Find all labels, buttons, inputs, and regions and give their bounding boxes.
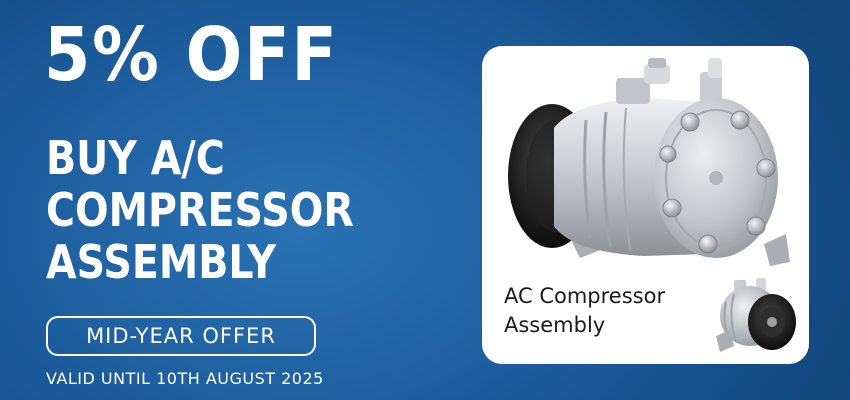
subhead-line: BUY A/C: [46, 131, 225, 185]
product-card[interactable]: AC Compressor Assembly: [482, 46, 809, 364]
caption-line: Assembly: [504, 313, 606, 337]
product-subhead: BUY A/C COMPRESSOR ASSEMBLY: [46, 132, 354, 288]
ac-compressor-thumbnail-icon: [716, 278, 796, 352]
subhead-line: COMPRESSOR: [46, 183, 354, 237]
discount-headline: 5% OFF: [44, 12, 339, 98]
subhead-line: ASSEMBLY: [46, 235, 277, 289]
mid-year-offer-button[interactable]: MID-YEAR OFFER: [46, 316, 316, 356]
product-caption: AC Compressor Assembly: [504, 282, 665, 340]
caption-line: AC Compressor: [504, 284, 666, 308]
promo-banner: 5% OFF BUY A/C COMPRESSOR ASSEMBLY MID-Y…: [0, 0, 850, 400]
validity-date: VALID UNTIL 10TH AUGUST 2025: [46, 369, 324, 388]
ac-compressor-icon: [508, 58, 790, 266]
